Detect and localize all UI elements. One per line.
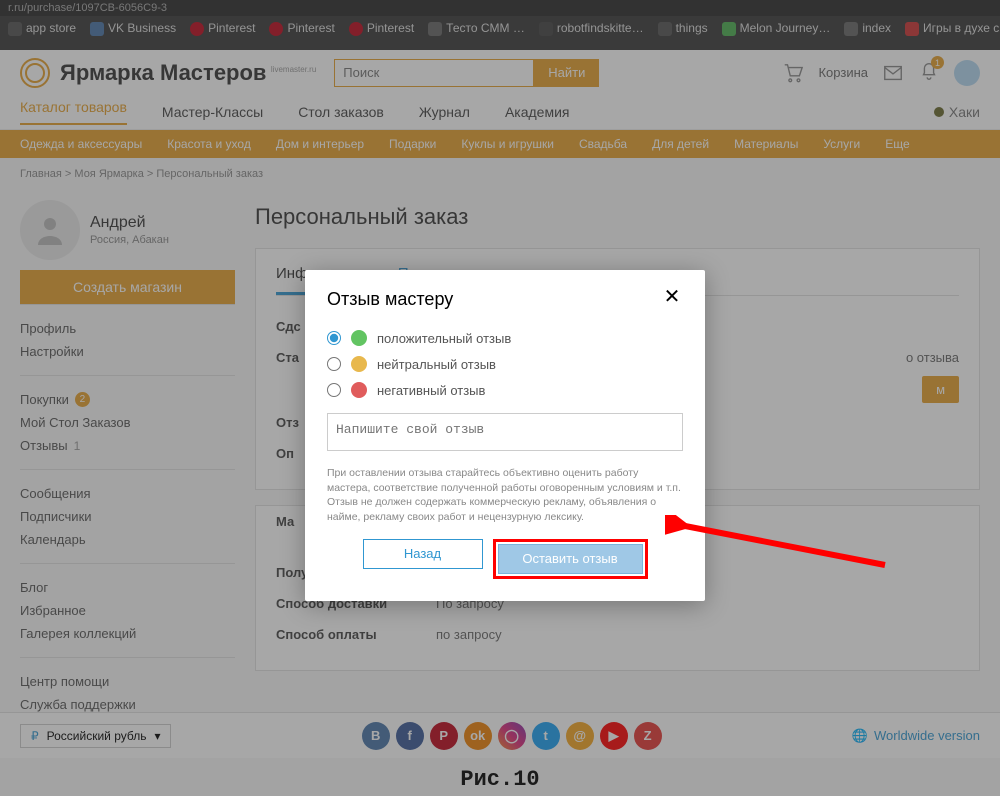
option-positive[interactable]: положительный отзыв	[327, 325, 683, 351]
smile-pos-icon	[351, 330, 367, 346]
radio-positive[interactable]	[327, 331, 341, 345]
back-button[interactable]: Назад	[363, 539, 483, 569]
radio-neutral[interactable]	[327, 357, 341, 371]
modal-actions: Назад Оставить отзыв	[327, 539, 683, 579]
option-neutral[interactable]: нейтральный отзыв	[327, 351, 683, 377]
review-textarea[interactable]	[327, 413, 683, 451]
option-negative[interactable]: негативный отзыв	[327, 377, 683, 403]
option-label: негативный отзыв	[377, 383, 485, 398]
option-label: нейтральный отзыв	[377, 357, 496, 372]
close-icon[interactable]: ✕	[661, 288, 683, 310]
smile-neu-icon	[351, 356, 367, 372]
modal-disclaimer: При оставлении отзыва старайтесь объекти…	[327, 466, 683, 525]
submit-highlight-annotation: Оставить отзыв	[493, 539, 648, 579]
smile-neg-icon	[351, 382, 367, 398]
review-modal: Отзыв мастеру ✕ положительный отзыв нейт…	[305, 270, 705, 601]
option-label: положительный отзыв	[377, 331, 511, 346]
modal-title: Отзыв мастеру	[327, 289, 661, 310]
radio-negative[interactable]	[327, 383, 341, 397]
submit-review-button[interactable]: Оставить отзыв	[498, 544, 643, 574]
